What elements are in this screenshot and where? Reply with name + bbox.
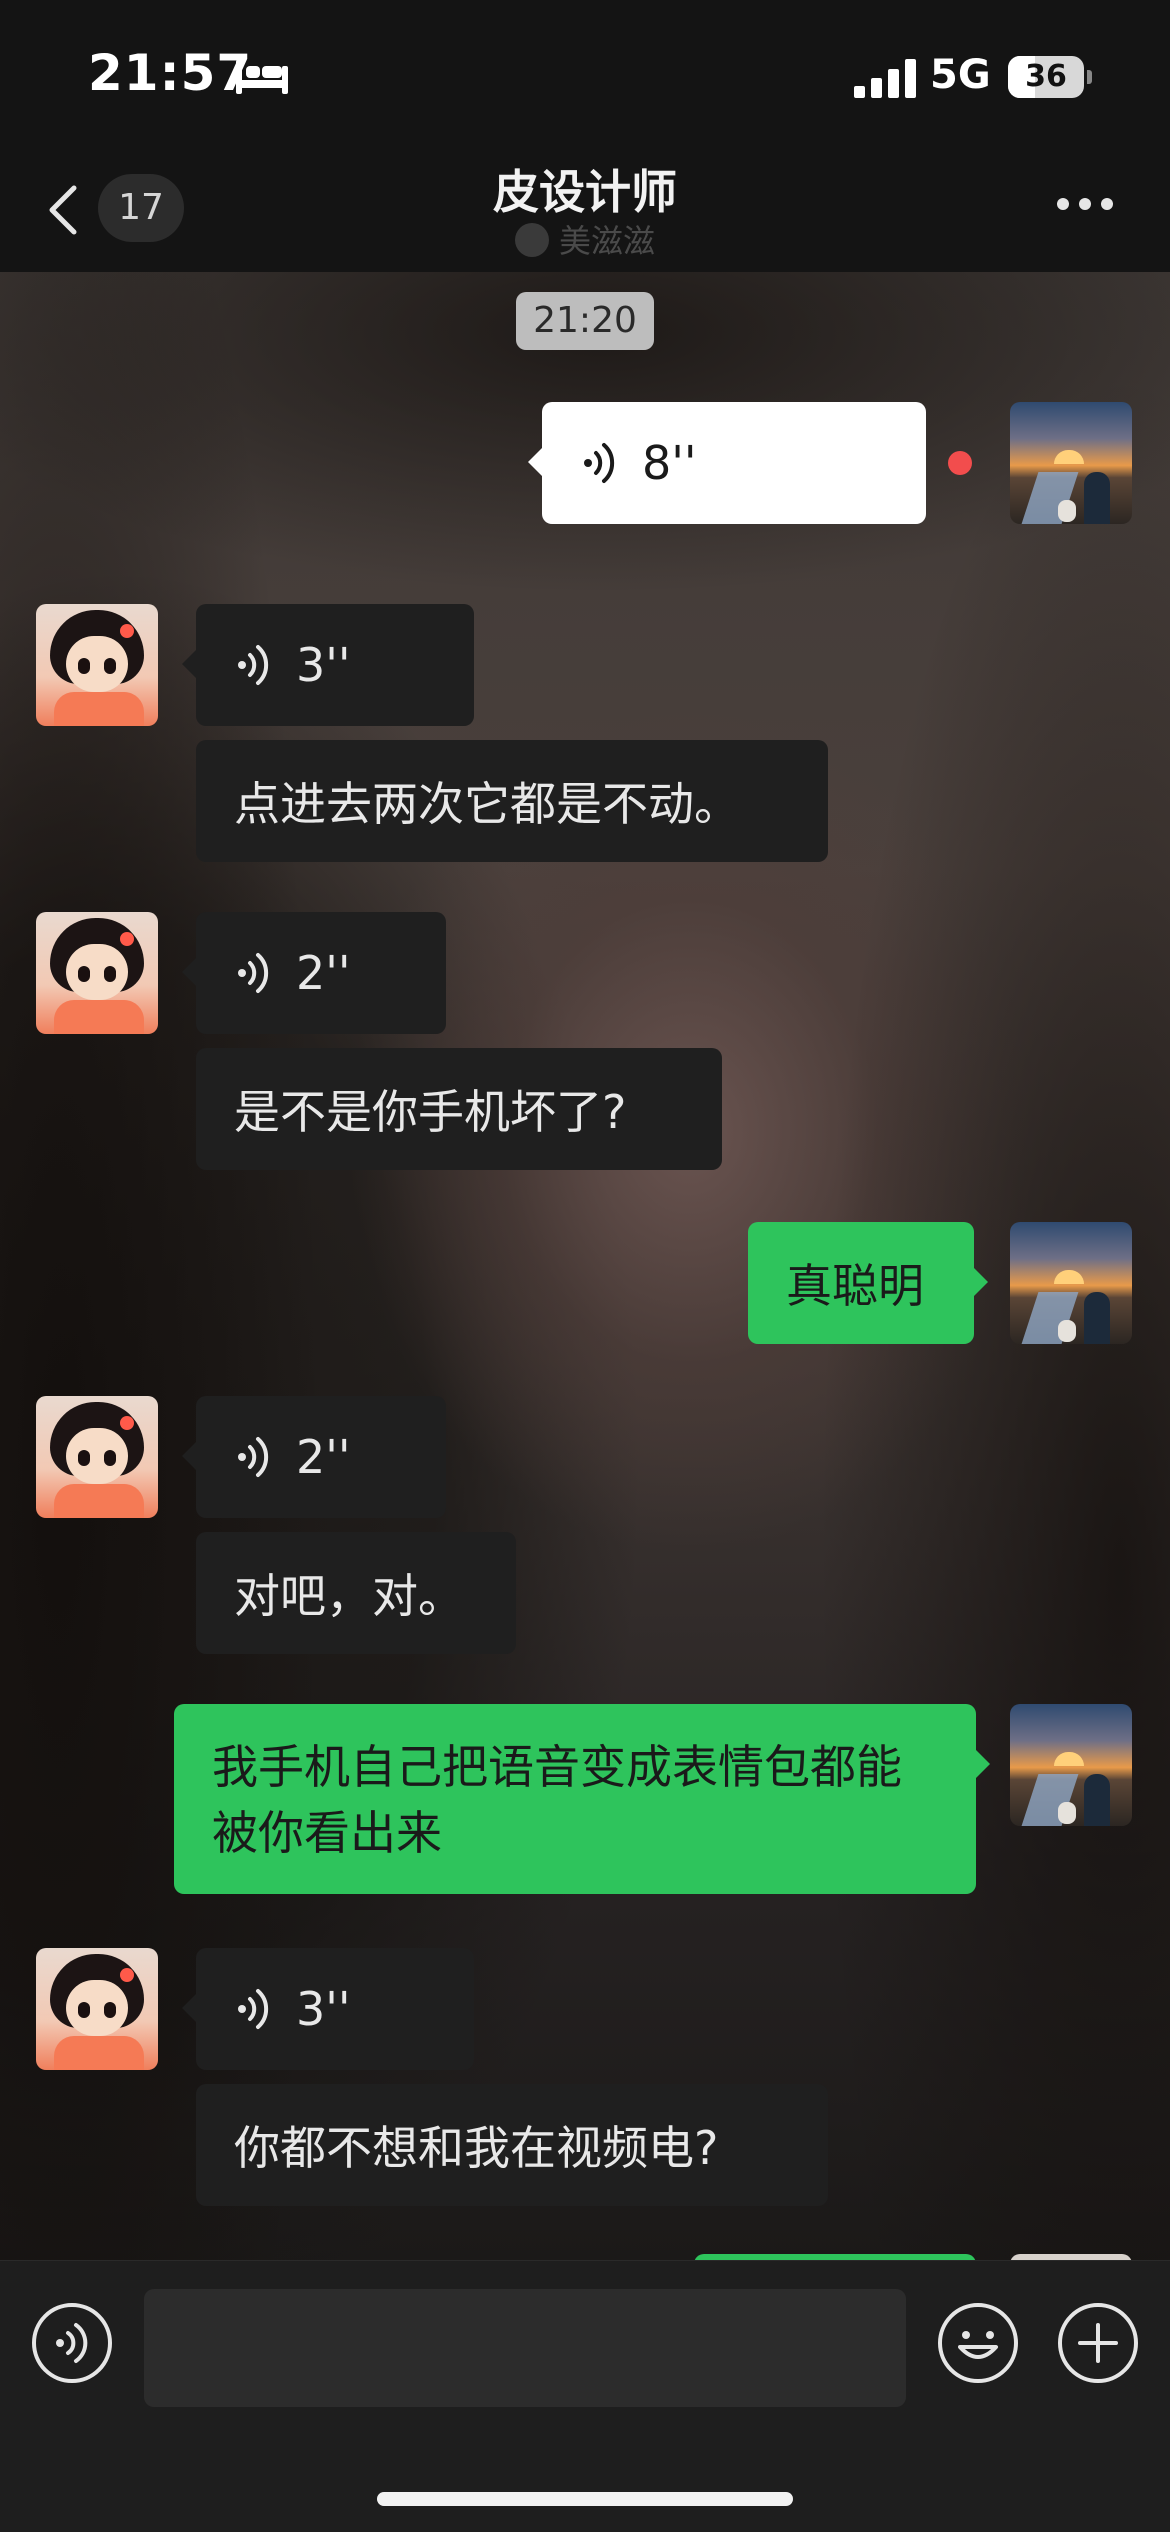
message-text: 我手机自己把语音变成表情包都能被你看出来: [212, 1740, 902, 1860]
voice-duration: 8'': [642, 436, 697, 490]
emoji-icon[interactable]: [936, 2301, 1020, 2385]
contact-avatar[interactable]: [36, 604, 158, 726]
voice-icon: [238, 645, 269, 685]
voice-icon: [238, 1989, 269, 2029]
message-text: 你都不想和我在视频电?: [234, 2121, 719, 2175]
network-label: 5G: [930, 52, 991, 98]
outgoing-text-message[interactable]: 真聪明: [748, 1222, 988, 1344]
voice-icon: [238, 953, 269, 993]
contact-avatar[interactable]: [36, 912, 158, 1034]
message-text: 是不是你手机坏了?: [234, 1085, 627, 1139]
incoming-text-message[interactable]: 你都不想和我在视频电?: [196, 2084, 828, 2206]
incoming-voice-message[interactable]: 2'': [182, 912, 446, 1034]
signal-icon: [854, 59, 916, 98]
timestamp-chip: 21:20: [516, 292, 654, 350]
message-text: 对吧，对。: [234, 1569, 464, 1623]
my-avatar[interactable]: [1010, 402, 1132, 524]
my-avatar[interactable]: [1010, 1704, 1132, 1826]
voice-duration: 3'': [296, 638, 351, 692]
incoming-text-message[interactable]: 对吧，对。: [196, 1532, 516, 1654]
message-text: 点进去两次它都是不动。: [234, 777, 740, 831]
incoming-text-message[interactable]: 点进去两次它都是不动。: [196, 740, 828, 862]
status-time: 21:57: [88, 44, 253, 102]
outgoing-text-message[interactable]: 我手机自己把语音变成表情包都能被你看出来: [174, 1704, 990, 1894]
back-icon[interactable]: [44, 182, 84, 238]
chat-status: 美滋滋: [285, 216, 885, 262]
battery-icon: 36: [1008, 56, 1092, 98]
plus-icon[interactable]: [1056, 2301, 1140, 2385]
more-icon[interactable]: [1056, 196, 1114, 212]
contact-avatar[interactable]: [36, 1948, 158, 2070]
chat-title: 皮设计师: [493, 165, 677, 219]
chat-area[interactable]: 21:20 8'' 3'' 点进去两次它都是不动。 2'' 是不是你手机坏了? …: [0, 272, 1170, 2260]
incoming-voice-message[interactable]: 3'': [182, 604, 474, 726]
incoming-voice-message[interactable]: 3'': [182, 1948, 474, 2070]
my-avatar[interactable]: [1010, 1222, 1132, 1344]
battery-tip: [1087, 70, 1092, 84]
nav-bar: 17 皮设计师 美滋滋: [0, 140, 1170, 272]
incoming-voice-message[interactable]: 2'': [182, 1396, 446, 1518]
incoming-text-message[interactable]: 是不是你手机坏了?: [196, 1048, 722, 1170]
message-text: 真聪明: [786, 1259, 924, 1313]
message-input[interactable]: [144, 2289, 906, 2407]
status-bar: 21:57 5G 36: [0, 0, 1170, 140]
chat-background: [0, 272, 1170, 2260]
unread-voice-dot: [948, 451, 972, 475]
voice-duration: 2'': [296, 946, 351, 1000]
home-indicator[interactable]: [377, 2492, 793, 2506]
unread-count-badge[interactable]: 17: [98, 174, 184, 242]
voice-duration: 3'': [296, 1982, 351, 2036]
status-emoji-icon: [514, 223, 549, 257]
contact-avatar[interactable]: [36, 1396, 158, 1518]
battery-level: 36: [1025, 59, 1067, 94]
voice-icon: [238, 1437, 269, 1477]
bed-icon: [236, 60, 288, 94]
voice-icon: [584, 443, 615, 483]
voice-toggle-icon[interactable]: [30, 2301, 114, 2385]
outgoing-voice-message[interactable]: 8'': [528, 402, 926, 524]
voice-duration: 2'': [296, 1430, 351, 1484]
chat-status-text: 美滋滋: [558, 222, 655, 260]
